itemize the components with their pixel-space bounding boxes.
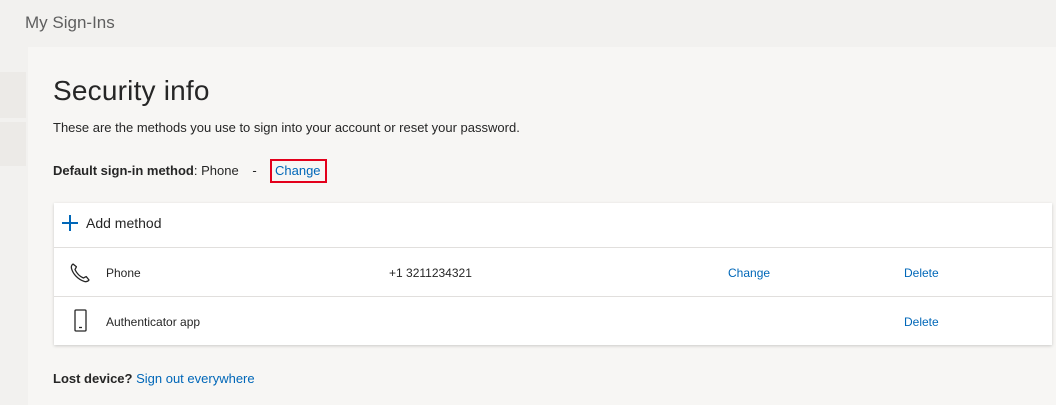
delete-phone-link[interactable]: Delete xyxy=(904,266,939,280)
change-default-method-link[interactable]: Change xyxy=(275,163,321,178)
method-name: Authenticator app xyxy=(106,315,201,329)
methods-card: Add method Phone +1 3211234321 Change De… xyxy=(54,203,1052,345)
method-name: Phone xyxy=(106,266,141,280)
sidebar-item[interactable] xyxy=(0,72,26,118)
page-title: Security info xyxy=(53,75,210,106)
method-row-phone: Phone +1 3211234321 Change Delete xyxy=(54,248,1052,297)
default-method-colon: : xyxy=(193,163,198,178)
page-description: These are the methods you use to sign in… xyxy=(53,120,520,135)
add-method-button[interactable]: Add method xyxy=(62,215,162,231)
default-method-separator: - xyxy=(252,163,257,178)
mobile-device-icon xyxy=(68,308,92,334)
add-method-row: Add method xyxy=(54,203,1052,248)
app-title: My Sign-Ins xyxy=(25,13,115,32)
default-method-label: Default sign-in method xyxy=(53,163,194,178)
sign-out-everywhere-link[interactable]: Sign out everywhere xyxy=(136,371,255,386)
lost-device-label: Lost device? xyxy=(53,371,133,386)
phone-icon xyxy=(68,261,92,287)
default-sign-in-method: Default sign-in method: Phone - xyxy=(53,163,257,178)
lost-device: Lost device? Sign out everywhere xyxy=(53,371,255,386)
add-method-label: Add method xyxy=(86,215,162,231)
change-phone-link[interactable]: Change xyxy=(728,266,770,280)
plus-icon xyxy=(62,215,78,231)
top-bar: My Sign-Ins xyxy=(0,0,1056,47)
default-method-value: Phone xyxy=(201,163,239,178)
delete-authenticator-link[interactable]: Delete xyxy=(904,315,939,329)
method-row-authenticator: Authenticator app Delete xyxy=(54,297,1052,345)
sidebar-item[interactable] xyxy=(0,122,26,166)
method-value: +1 3211234321 xyxy=(389,266,472,280)
